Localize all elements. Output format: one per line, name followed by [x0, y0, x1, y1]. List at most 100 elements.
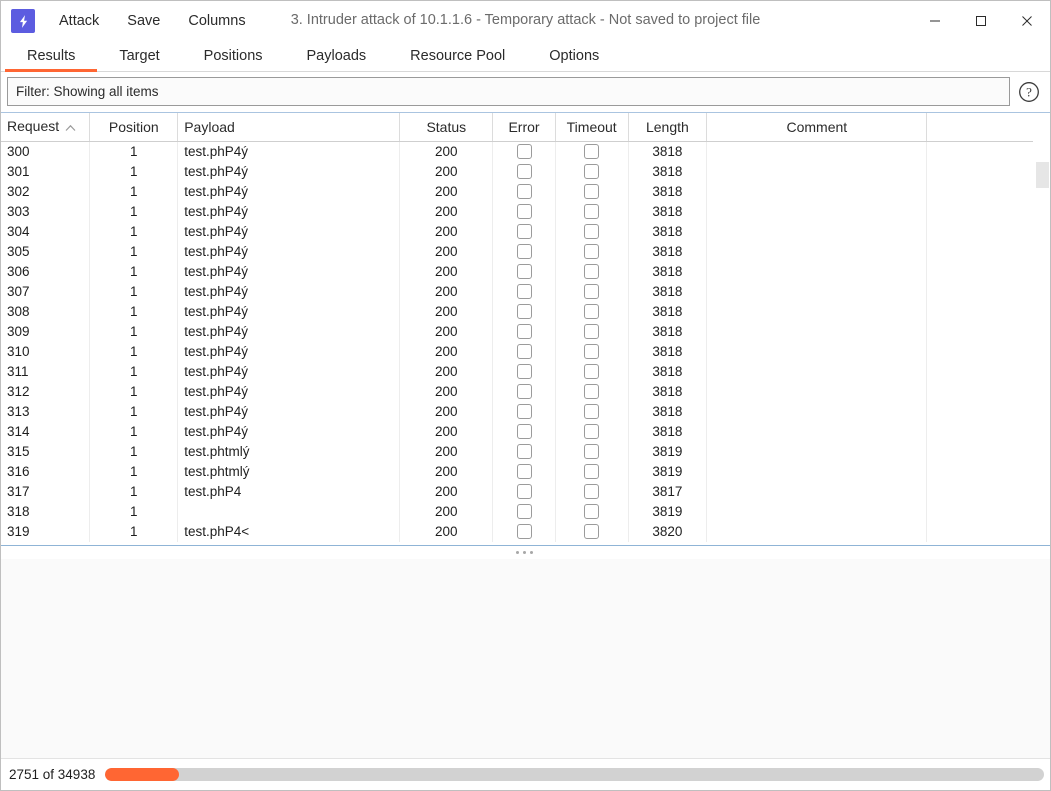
- timeout-checkbox[interactable]: [584, 364, 600, 380]
- cell-error[interactable]: [492, 361, 556, 382]
- cell-timeout[interactable]: [555, 381, 629, 402]
- error-checkbox[interactable]: [516, 424, 532, 440]
- cell-error[interactable]: [492, 501, 556, 522]
- menu-item-columns[interactable]: Columns: [178, 9, 255, 33]
- cell-error[interactable]: [492, 461, 556, 482]
- cell-error[interactable]: [492, 221, 556, 242]
- error-checkbox[interactable]: [516, 404, 532, 420]
- table-vertical-scrollbar[interactable]: [1033, 142, 1050, 545]
- tab-options[interactable]: Options: [527, 41, 621, 71]
- filter-bar[interactable]: Filter: Showing all items: [7, 77, 1010, 106]
- cell-error[interactable]: [492, 141, 556, 162]
- cell-timeout[interactable]: [555, 401, 629, 422]
- cell-timeout[interactable]: [555, 421, 629, 442]
- cell-timeout[interactable]: [555, 141, 629, 162]
- timeout-checkbox[interactable]: [584, 384, 600, 400]
- cell-error[interactable]: [492, 201, 556, 222]
- error-checkbox[interactable]: [516, 204, 532, 220]
- error-checkbox[interactable]: [516, 144, 532, 160]
- column-header-error[interactable]: Error: [492, 113, 556, 142]
- timeout-checkbox[interactable]: [584, 444, 600, 460]
- scrollbar-thumb[interactable]: [1036, 162, 1049, 188]
- error-checkbox[interactable]: [516, 184, 532, 200]
- column-header-payload[interactable]: Payload: [177, 113, 401, 142]
- column-header-comment[interactable]: Comment: [706, 113, 928, 142]
- error-checkbox[interactable]: [516, 364, 532, 380]
- table-row[interactable]: 311 1 test.phP4ý 200 3818: [1, 361, 1033, 382]
- timeout-checkbox[interactable]: [584, 144, 600, 160]
- column-header-blank[interactable]: [926, 113, 1033, 142]
- cell-timeout[interactable]: [555, 521, 629, 542]
- timeout-checkbox[interactable]: [584, 264, 600, 280]
- error-checkbox[interactable]: [516, 384, 532, 400]
- timeout-checkbox[interactable]: [584, 324, 600, 340]
- menu-item-attack[interactable]: Attack: [49, 9, 109, 33]
- cell-timeout[interactable]: [555, 361, 629, 382]
- cell-error[interactable]: [492, 161, 556, 182]
- error-checkbox[interactable]: [516, 524, 532, 540]
- table-row[interactable]: 305 1 test.phP4ý 200 3818: [1, 241, 1033, 262]
- question-mark-icon[interactable]: ?: [1016, 79, 1042, 105]
- cell-timeout[interactable]: [555, 501, 629, 522]
- timeout-checkbox[interactable]: [584, 244, 600, 260]
- table-row[interactable]: 300 1 test.phP4ý 200 3818: [1, 141, 1033, 162]
- cell-timeout[interactable]: [555, 301, 629, 322]
- tab-target[interactable]: Target: [97, 41, 181, 71]
- tab-resource-pool[interactable]: Resource Pool: [388, 41, 527, 71]
- cell-error[interactable]: [492, 261, 556, 282]
- table-row[interactable]: 301 1 test.phP4ý 200 3818: [1, 161, 1033, 182]
- cell-error[interactable]: [492, 521, 556, 542]
- table-row[interactable]: 313 1 test.phP4ý 200 3818: [1, 401, 1033, 422]
- timeout-checkbox[interactable]: [584, 224, 600, 240]
- table-body-scroll-area[interactable]: 300 1 test.phP4ý 200 3818 301 1 test.phP4ý 200 38…: [1, 141, 1050, 546]
- cell-timeout[interactable]: [555, 241, 629, 262]
- cell-timeout[interactable]: [555, 461, 629, 482]
- menu-item-save[interactable]: Save: [117, 9, 170, 33]
- tab-payloads[interactable]: Payloads: [285, 41, 389, 71]
- cell-timeout[interactable]: [555, 261, 629, 282]
- cell-error[interactable]: [492, 481, 556, 502]
- timeout-checkbox[interactable]: [584, 344, 600, 360]
- cell-timeout[interactable]: [555, 341, 629, 362]
- cell-timeout[interactable]: [555, 221, 629, 242]
- cell-error[interactable]: [492, 301, 556, 322]
- timeout-checkbox[interactable]: [584, 464, 600, 480]
- column-header-status[interactable]: Status: [399, 113, 494, 142]
- error-checkbox[interactable]: [516, 324, 532, 340]
- timeout-checkbox[interactable]: [584, 424, 600, 440]
- table-row[interactable]: 314 1 test.phP4ý 200 3818: [1, 421, 1033, 442]
- timeout-checkbox[interactable]: [584, 504, 600, 520]
- cell-error[interactable]: [492, 421, 556, 442]
- error-checkbox[interactable]: [516, 264, 532, 280]
- cell-timeout[interactable]: [555, 201, 629, 222]
- timeout-checkbox[interactable]: [584, 524, 600, 540]
- cell-timeout[interactable]: [555, 321, 629, 342]
- timeout-checkbox[interactable]: [584, 404, 600, 420]
- table-row[interactable]: 317 1 test.phP4 200 3817: [1, 481, 1033, 502]
- error-checkbox[interactable]: [516, 464, 532, 480]
- cell-error[interactable]: [492, 321, 556, 342]
- table-row[interactable]: 319 1 test.phP4< 200 3820: [1, 521, 1033, 542]
- timeout-checkbox[interactable]: [584, 184, 600, 200]
- close-button[interactable]: [1004, 1, 1050, 41]
- table-row[interactable]: 309 1 test.phP4ý 200 3818: [1, 321, 1033, 342]
- table-row[interactable]: 304 1 test.phP4ý 200 3818: [1, 221, 1033, 242]
- cell-timeout[interactable]: [555, 281, 629, 302]
- error-checkbox[interactable]: [516, 284, 532, 300]
- tab-results[interactable]: Results: [5, 41, 98, 72]
- cell-timeout[interactable]: [555, 161, 629, 182]
- column-header-length[interactable]: Length: [628, 113, 708, 142]
- cell-error[interactable]: [492, 341, 556, 362]
- table-row[interactable]: 318 1 200 3819: [1, 501, 1033, 522]
- tab-positions[interactable]: Positions: [182, 41, 285, 71]
- table-row[interactable]: 315 1 test.phtmlý 200 3819: [1, 441, 1033, 462]
- error-checkbox[interactable]: [516, 164, 532, 180]
- table-row[interactable]: 308 1 test.phP4ý 200 3818: [1, 301, 1033, 322]
- cell-timeout[interactable]: [555, 441, 629, 462]
- error-checkbox[interactable]: [516, 344, 532, 360]
- cell-error[interactable]: [492, 181, 556, 202]
- cell-timeout[interactable]: [555, 481, 629, 502]
- panel-splitter[interactable]: [1, 545, 1050, 558]
- timeout-checkbox[interactable]: [584, 164, 600, 180]
- error-checkbox[interactable]: [516, 444, 532, 460]
